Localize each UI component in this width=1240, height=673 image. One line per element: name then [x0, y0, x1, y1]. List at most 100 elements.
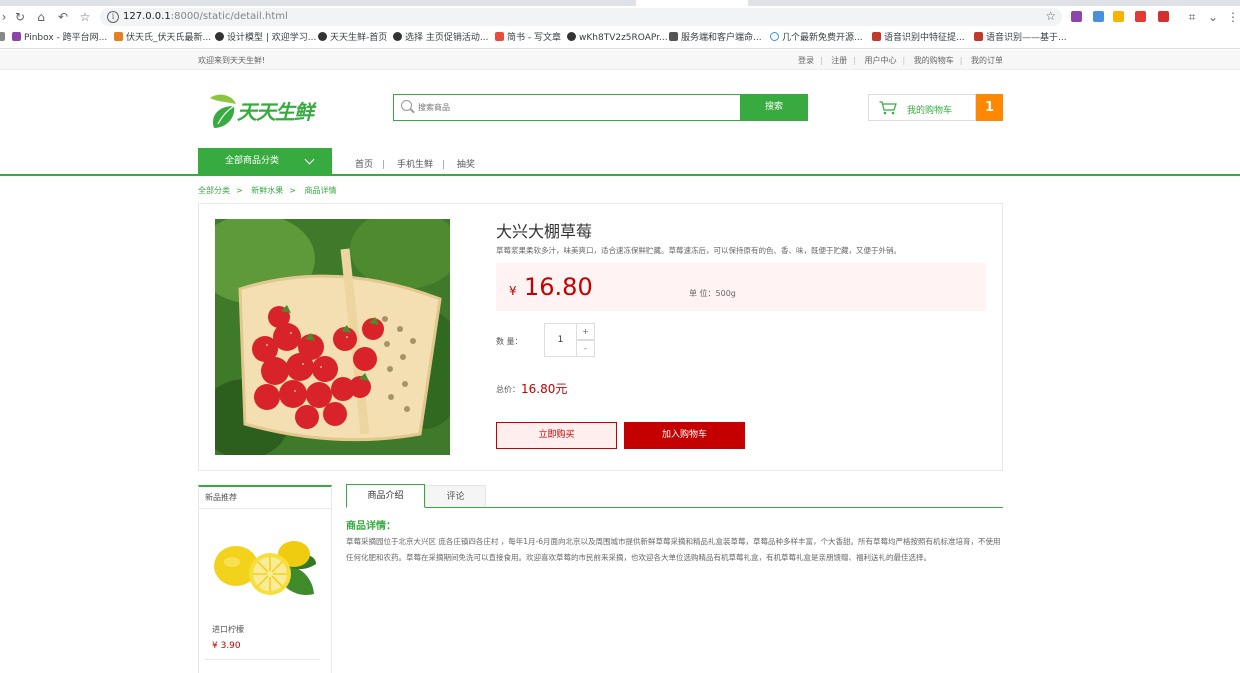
search-input[interactable]: [418, 99, 718, 116]
bookmark-item[interactable]: 语音识别——基于...: [974, 32, 1067, 45]
tab-reviews[interactable]: 评论: [425, 485, 486, 507]
address-bar[interactable]: i 127.0.0.1:8000/static/detail.html ☆: [100, 8, 1062, 26]
breadcrumb-fruit[interactable]: 新鲜水果: [251, 186, 283, 195]
search-box: [393, 94, 741, 121]
favicon-icon: [114, 32, 123, 41]
user-nav: 登录 | 注册 | 用户中心 | 我的购物车 | 我的订单: [798, 56, 1003, 65]
bookmark-item[interactable]: 选择 主页促销活动...: [393, 32, 488, 45]
bookmarks-bar: Pinbox - 跨平台网... 伏天氏_伏天氏最新... 设计模型 | 欢迎学…: [0, 28, 1240, 49]
bookmark-item[interactable]: Pinbox - 跨平台网...: [12, 32, 107, 45]
all-categories-label: 全部商品分类: [225, 156, 280, 166]
recommend-item-price: ¥ 3.90: [212, 641, 241, 651]
forward-icon[interactable]: ›: [0, 9, 12, 25]
all-categories-button[interactable]: 全部商品分类: [198, 148, 332, 175]
strawberry-basket-image: [215, 219, 450, 455]
bookmark-label: 设计模型 | 欢迎学习...: [227, 33, 317, 43]
site-topbar: 欢迎来到天天生鲜! 登录 | 注册 | 用户中心 | 我的购物车 | 我的订单: [0, 50, 1240, 70]
cart-button[interactable]: 我的购物车: [868, 94, 976, 121]
favicon-icon: [215, 32, 224, 41]
bookmark-item[interactable]: 几个最新免费开源...: [770, 32, 863, 45]
undo-icon[interactable]: ↶: [55, 9, 71, 25]
bookmark-item[interactable]: 设计模型 | 欢迎学习...: [215, 32, 316, 45]
breadcrumb-detail[interactable]: 商品详情: [305, 186, 337, 195]
url-path: :8000/static/detail.html: [170, 11, 288, 22]
favicon-icon: [495, 32, 504, 41]
bookmark-label: 几个最新免费开源...: [782, 33, 863, 43]
total-label: 总价：: [496, 385, 520, 394]
shopping-cart-icon: [879, 101, 897, 115]
extension-pdf-icon[interactable]: [1158, 11, 1169, 22]
nav-lottery[interactable]: 抽奖: [457, 160, 475, 170]
address-url[interactable]: 127.0.0.1:8000/static/detail.html: [123, 11, 288, 22]
recommend-item-divider: [205, 659, 320, 660]
main-nav: 首页 | 手机生鲜 | 抽奖: [355, 160, 475, 170]
my-orders-link[interactable]: 我的订单: [971, 56, 1003, 65]
favicon-icon: [567, 32, 576, 41]
extension-cube-icon[interactable]: [1071, 11, 1082, 22]
login-link[interactable]: 登录: [798, 56, 814, 65]
bookmark-label: 天天生鲜-首页: [330, 33, 388, 43]
chevron-down-icon[interactable]: ⌄: [1205, 9, 1221, 25]
my-cart-link[interactable]: 我的购物车: [914, 56, 954, 65]
star-icon[interactable]: ☆: [1045, 9, 1056, 23]
breadcrumb: 全部分类 > 新鲜水果 > 商品详情: [198, 186, 337, 195]
bookmark-label: 伏天氏_伏天氏最新...: [126, 33, 212, 43]
favicon-icon: [318, 32, 327, 41]
tab-product-intro[interactable]: 商品介绍: [346, 484, 425, 508]
bookmark-star-icon[interactable]: ☆: [77, 9, 93, 25]
site-info-icon[interactable]: i: [107, 11, 119, 23]
bookmark-item[interactable]: 语音识别中特征提...: [872, 32, 965, 45]
bookmark-label: 服务端和客户端命...: [681, 33, 762, 43]
buy-now-button[interactable]: 立即购买: [496, 422, 617, 449]
chevron-down-icon: [304, 154, 315, 165]
extension-notes-icon[interactable]: [1135, 11, 1146, 22]
bookmark-item[interactable]: 简书 - 写文章: [495, 32, 561, 45]
bookmark-item[interactable]: 伏天氏_伏天氏最新...: [114, 32, 211, 45]
menu-icon[interactable]: ⋮: [1225, 9, 1240, 25]
recommend-divider: [199, 508, 331, 509]
lemon-image[interactable]: [212, 532, 318, 606]
extension-colorful-icon[interactable]: [1113, 11, 1124, 22]
user-center-link[interactable]: 用户中心: [865, 56, 897, 65]
quantity-label: 数 量：: [496, 337, 523, 346]
home-icon[interactable]: ⌂: [33, 9, 49, 25]
crop-icon[interactable]: ⌗: [1184, 9, 1200, 25]
bookmark-apps-icon[interactable]: [0, 32, 8, 45]
product-unit: 单 位：500g: [689, 289, 736, 298]
quantity-decrease-button[interactable]: -: [576, 340, 595, 357]
cart-label: 我的购物车: [907, 106, 953, 116]
detail-text: 草莓采摘园位于北京大兴区 庞各庄镇四各庄村 ，每年1月-6月面向北京以及周围城市…: [346, 537, 1001, 562]
favicon-icon: [12, 32, 21, 41]
welcome-text: 欢迎来到天天生鲜!: [198, 56, 266, 65]
total-value: 16.80元: [521, 382, 568, 396]
search-button[interactable]: 搜索: [740, 94, 808, 121]
url-host: 127.0.0.1: [123, 11, 171, 22]
nav-divider: [0, 174, 1240, 176]
quantity-increase-button[interactable]: +: [576, 323, 595, 340]
bookmark-label: 简书 - 写文章: [507, 33, 561, 43]
detail-heading: 商品详情：: [346, 521, 396, 532]
add-to-cart-button[interactable]: 加入购物车: [624, 422, 745, 449]
price-panel: ¥ 16.80 单 位：500g: [496, 263, 986, 311]
favicon-icon: [974, 32, 983, 41]
recommend-title: 新品推荐: [205, 493, 237, 502]
reload-icon[interactable]: ↻: [12, 9, 28, 25]
product-title: 大兴大棚草莓: [496, 222, 593, 241]
bookmark-label: wKh8TV2z5ROAPr...: [579, 33, 668, 43]
breadcrumb-all[interactable]: 全部分类: [198, 186, 230, 195]
recommend-item-name[interactable]: 进口柠檬: [212, 624, 244, 635]
cart-count-badge[interactable]: 1: [976, 94, 1003, 121]
nav-mobile-fresh[interactable]: 手机生鲜: [397, 160, 433, 170]
bookmark-label: 语音识别中特征提...: [884, 33, 965, 43]
extension-translate-icon[interactable]: [1093, 11, 1104, 22]
bookmark-item[interactable]: 服务端和客户端命...: [669, 32, 762, 45]
quantity-input[interactable]: 1: [544, 323, 577, 357]
register-link[interactable]: 注册: [831, 56, 847, 65]
tab-bar-line: [346, 507, 1003, 508]
bookmark-item[interactable]: 天天生鲜-首页: [318, 32, 387, 45]
browser-toolbar: › ↻ ⌂ ↶ ☆ i 127.0.0.1:8000/static/detail…: [0, 6, 1240, 28]
nav-home[interactable]: 首页: [355, 160, 373, 170]
bookmark-label: 选择 主页促销活动...: [405, 33, 489, 43]
bookmark-item[interactable]: wKh8TV2z5ROAPr...: [567, 32, 668, 45]
favicon-icon: [669, 32, 678, 41]
